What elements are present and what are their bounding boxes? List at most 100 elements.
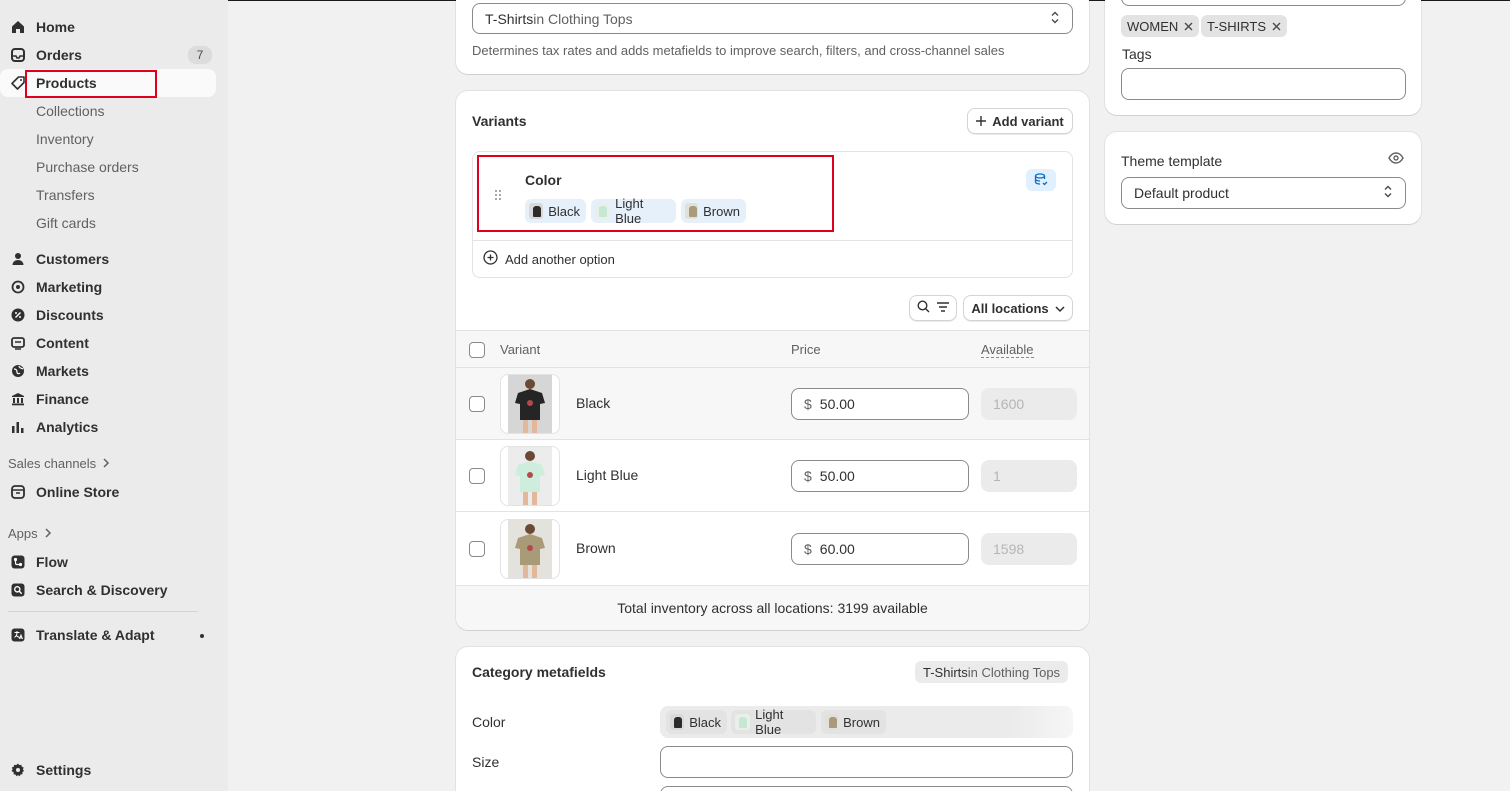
tag-chip: WOMEN bbox=[1121, 15, 1200, 37]
variant-name: Light Blue bbox=[576, 467, 639, 483]
variant-image[interactable] bbox=[500, 374, 560, 434]
sidebar-item-home[interactable]: Home bbox=[0, 13, 216, 41]
metafield-color-label: Color bbox=[472, 714, 506, 730]
theme-template-value: Default product bbox=[1134, 185, 1229, 201]
add-variant-button[interactable]: Add variant bbox=[967, 108, 1073, 134]
remove-tag-icon[interactable] bbox=[1272, 19, 1281, 34]
bar-chart-icon bbox=[10, 419, 26, 435]
category-help-text: Determines tax rates and adds metafields… bbox=[472, 43, 1005, 58]
plus-circle-icon bbox=[483, 250, 498, 268]
eye-icon[interactable] bbox=[1388, 151, 1404, 168]
all-locations-dropdown[interactable]: All locations bbox=[963, 295, 1073, 321]
tag-label: T-SHIRTS bbox=[1207, 18, 1266, 34]
sidebar-item-orders[interactable]: Orders 7 bbox=[0, 41, 216, 69]
sidebar-item-purchase-orders[interactable]: Purchase orders bbox=[0, 153, 216, 181]
sidebar-item-content[interactable]: Content bbox=[0, 329, 216, 357]
select-chevron-icon bbox=[1383, 185, 1393, 202]
light-blue-swatch-thumb bbox=[735, 714, 751, 730]
remove-tag-icon[interactable] bbox=[1184, 19, 1193, 34]
table-row[interactable]: Light Blue $50.00 1 bbox=[456, 440, 1089, 512]
home-icon bbox=[10, 19, 26, 35]
sidebar-item-finance[interactable]: Finance bbox=[0, 385, 216, 413]
apps-label: Apps bbox=[8, 526, 38, 541]
sidebar-item-label: Online Store bbox=[36, 484, 120, 500]
sidebar: Home Orders 7 Products Collections Inven… bbox=[0, 0, 228, 791]
person-icon bbox=[10, 251, 26, 267]
variants-title: Variants bbox=[472, 113, 527, 129]
currency-symbol: $ bbox=[804, 468, 812, 484]
theme-template-select[interactable]: Default product bbox=[1121, 177, 1406, 209]
sales-channels-label: Sales channels bbox=[8, 456, 97, 471]
variant-image[interactable] bbox=[500, 446, 560, 506]
target-icon bbox=[10, 279, 26, 295]
brown-tshirt-photo bbox=[508, 520, 552, 578]
sidebar-item-discounts[interactable]: Discounts bbox=[0, 301, 216, 329]
search-filter-button[interactable] bbox=[909, 295, 957, 321]
variant-name: Black bbox=[576, 395, 611, 411]
sidebar-item-collections[interactable]: Collections bbox=[0, 97, 216, 125]
category-badge-main: T-Shirts bbox=[923, 664, 968, 680]
metafield-size-field[interactable] bbox=[660, 746, 1073, 778]
metafield-link-icon[interactable] bbox=[1026, 169, 1056, 191]
add-another-option-label: Add another option bbox=[505, 251, 615, 267]
row-checkbox[interactable] bbox=[469, 396, 485, 412]
inbox-icon bbox=[10, 47, 26, 63]
column-available[interactable]: Available bbox=[981, 342, 1034, 358]
add-another-option-button[interactable]: Add another option bbox=[483, 250, 615, 268]
tags-input[interactable] bbox=[1121, 68, 1406, 100]
variant-image[interactable] bbox=[500, 519, 560, 579]
option-divider bbox=[473, 240, 1072, 241]
category-select[interactable]: T-Shirts in Clothing Tops bbox=[472, 3, 1073, 34]
sidebar-item-label: Discounts bbox=[36, 307, 104, 323]
sidebar-item-settings[interactable]: Settings bbox=[0, 756, 216, 784]
globe-icon bbox=[10, 363, 26, 379]
sidebar-item-label: Gift cards bbox=[36, 215, 96, 231]
bank-icon bbox=[10, 391, 26, 407]
price-input[interactable]: $60.00 bbox=[791, 533, 969, 565]
row-checkbox[interactable] bbox=[469, 468, 485, 484]
sidebar-item-label: Home bbox=[36, 19, 75, 35]
sidebar-item-translate-adapt[interactable]: Translate & Adapt bbox=[0, 621, 216, 649]
sidebar-item-inventory[interactable]: Inventory bbox=[0, 125, 216, 153]
tag-label: WOMEN bbox=[1127, 18, 1179, 34]
sidebar-item-flow[interactable]: Flow bbox=[0, 548, 216, 576]
black-tshirt-photo bbox=[508, 375, 552, 433]
apps-section[interactable]: Apps bbox=[8, 526, 52, 541]
sidebar-item-online-store[interactable]: Online Store bbox=[0, 478, 216, 506]
organization-field[interactable] bbox=[1121, 0, 1406, 6]
sales-channels-section[interactable]: Sales channels bbox=[8, 456, 110, 471]
sidebar-item-label: Transfers bbox=[36, 187, 95, 203]
price-input[interactable]: $50.00 bbox=[791, 388, 969, 420]
sidebar-item-analytics[interactable]: Analytics bbox=[0, 413, 216, 441]
category-metafields-title: Category metafields bbox=[472, 664, 606, 680]
sidebar-item-label: Purchase orders bbox=[36, 159, 139, 175]
sidebar-item-search-discovery[interactable]: Search & Discovery bbox=[0, 576, 216, 604]
select-all-checkbox[interactable] bbox=[469, 342, 485, 358]
sidebar-item-label: Content bbox=[36, 335, 89, 351]
category-badge-rest: in Clothing Tops bbox=[967, 664, 1061, 680]
metafield-value-chip: Light Blue bbox=[731, 707, 816, 737]
theme-template-label: Theme template bbox=[1121, 153, 1223, 169]
sidebar-item-label: Analytics bbox=[36, 419, 99, 435]
available-input: 1598 bbox=[981, 533, 1077, 565]
sidebar-item-marketing[interactable]: Marketing bbox=[0, 273, 216, 301]
variant-name: Brown bbox=[576, 540, 616, 556]
sidebar-item-markets[interactable]: Markets bbox=[0, 357, 216, 385]
table-row[interactable]: Black $50.00 1600 bbox=[456, 368, 1089, 440]
sidebar-item-transfers[interactable]: Transfers bbox=[0, 181, 216, 209]
table-row[interactable]: Brown $60.00 1598 bbox=[456, 512, 1089, 586]
price-input[interactable]: $50.00 bbox=[791, 460, 969, 492]
flow-icon bbox=[10, 554, 26, 570]
chip-label: Brown bbox=[843, 714, 880, 730]
sidebar-item-label: Settings bbox=[36, 762, 92, 778]
metafield-value-chip: Brown bbox=[821, 710, 886, 734]
category-value-rest: in Clothing Tops bbox=[533, 10, 633, 27]
metafield-next-field[interactable] bbox=[660, 786, 1073, 791]
category-badge: T-Shirts in Clothing Tops bbox=[915, 661, 1069, 683]
metafield-size-label: Size bbox=[472, 754, 500, 770]
sidebar-item-customers[interactable]: Customers bbox=[0, 245, 216, 273]
metafield-value-chip: Black bbox=[666, 710, 727, 734]
row-checkbox[interactable] bbox=[469, 541, 485, 557]
sidebar-item-gift-cards[interactable]: Gift cards bbox=[0, 209, 216, 237]
chevron-right-icon bbox=[102, 456, 110, 471]
